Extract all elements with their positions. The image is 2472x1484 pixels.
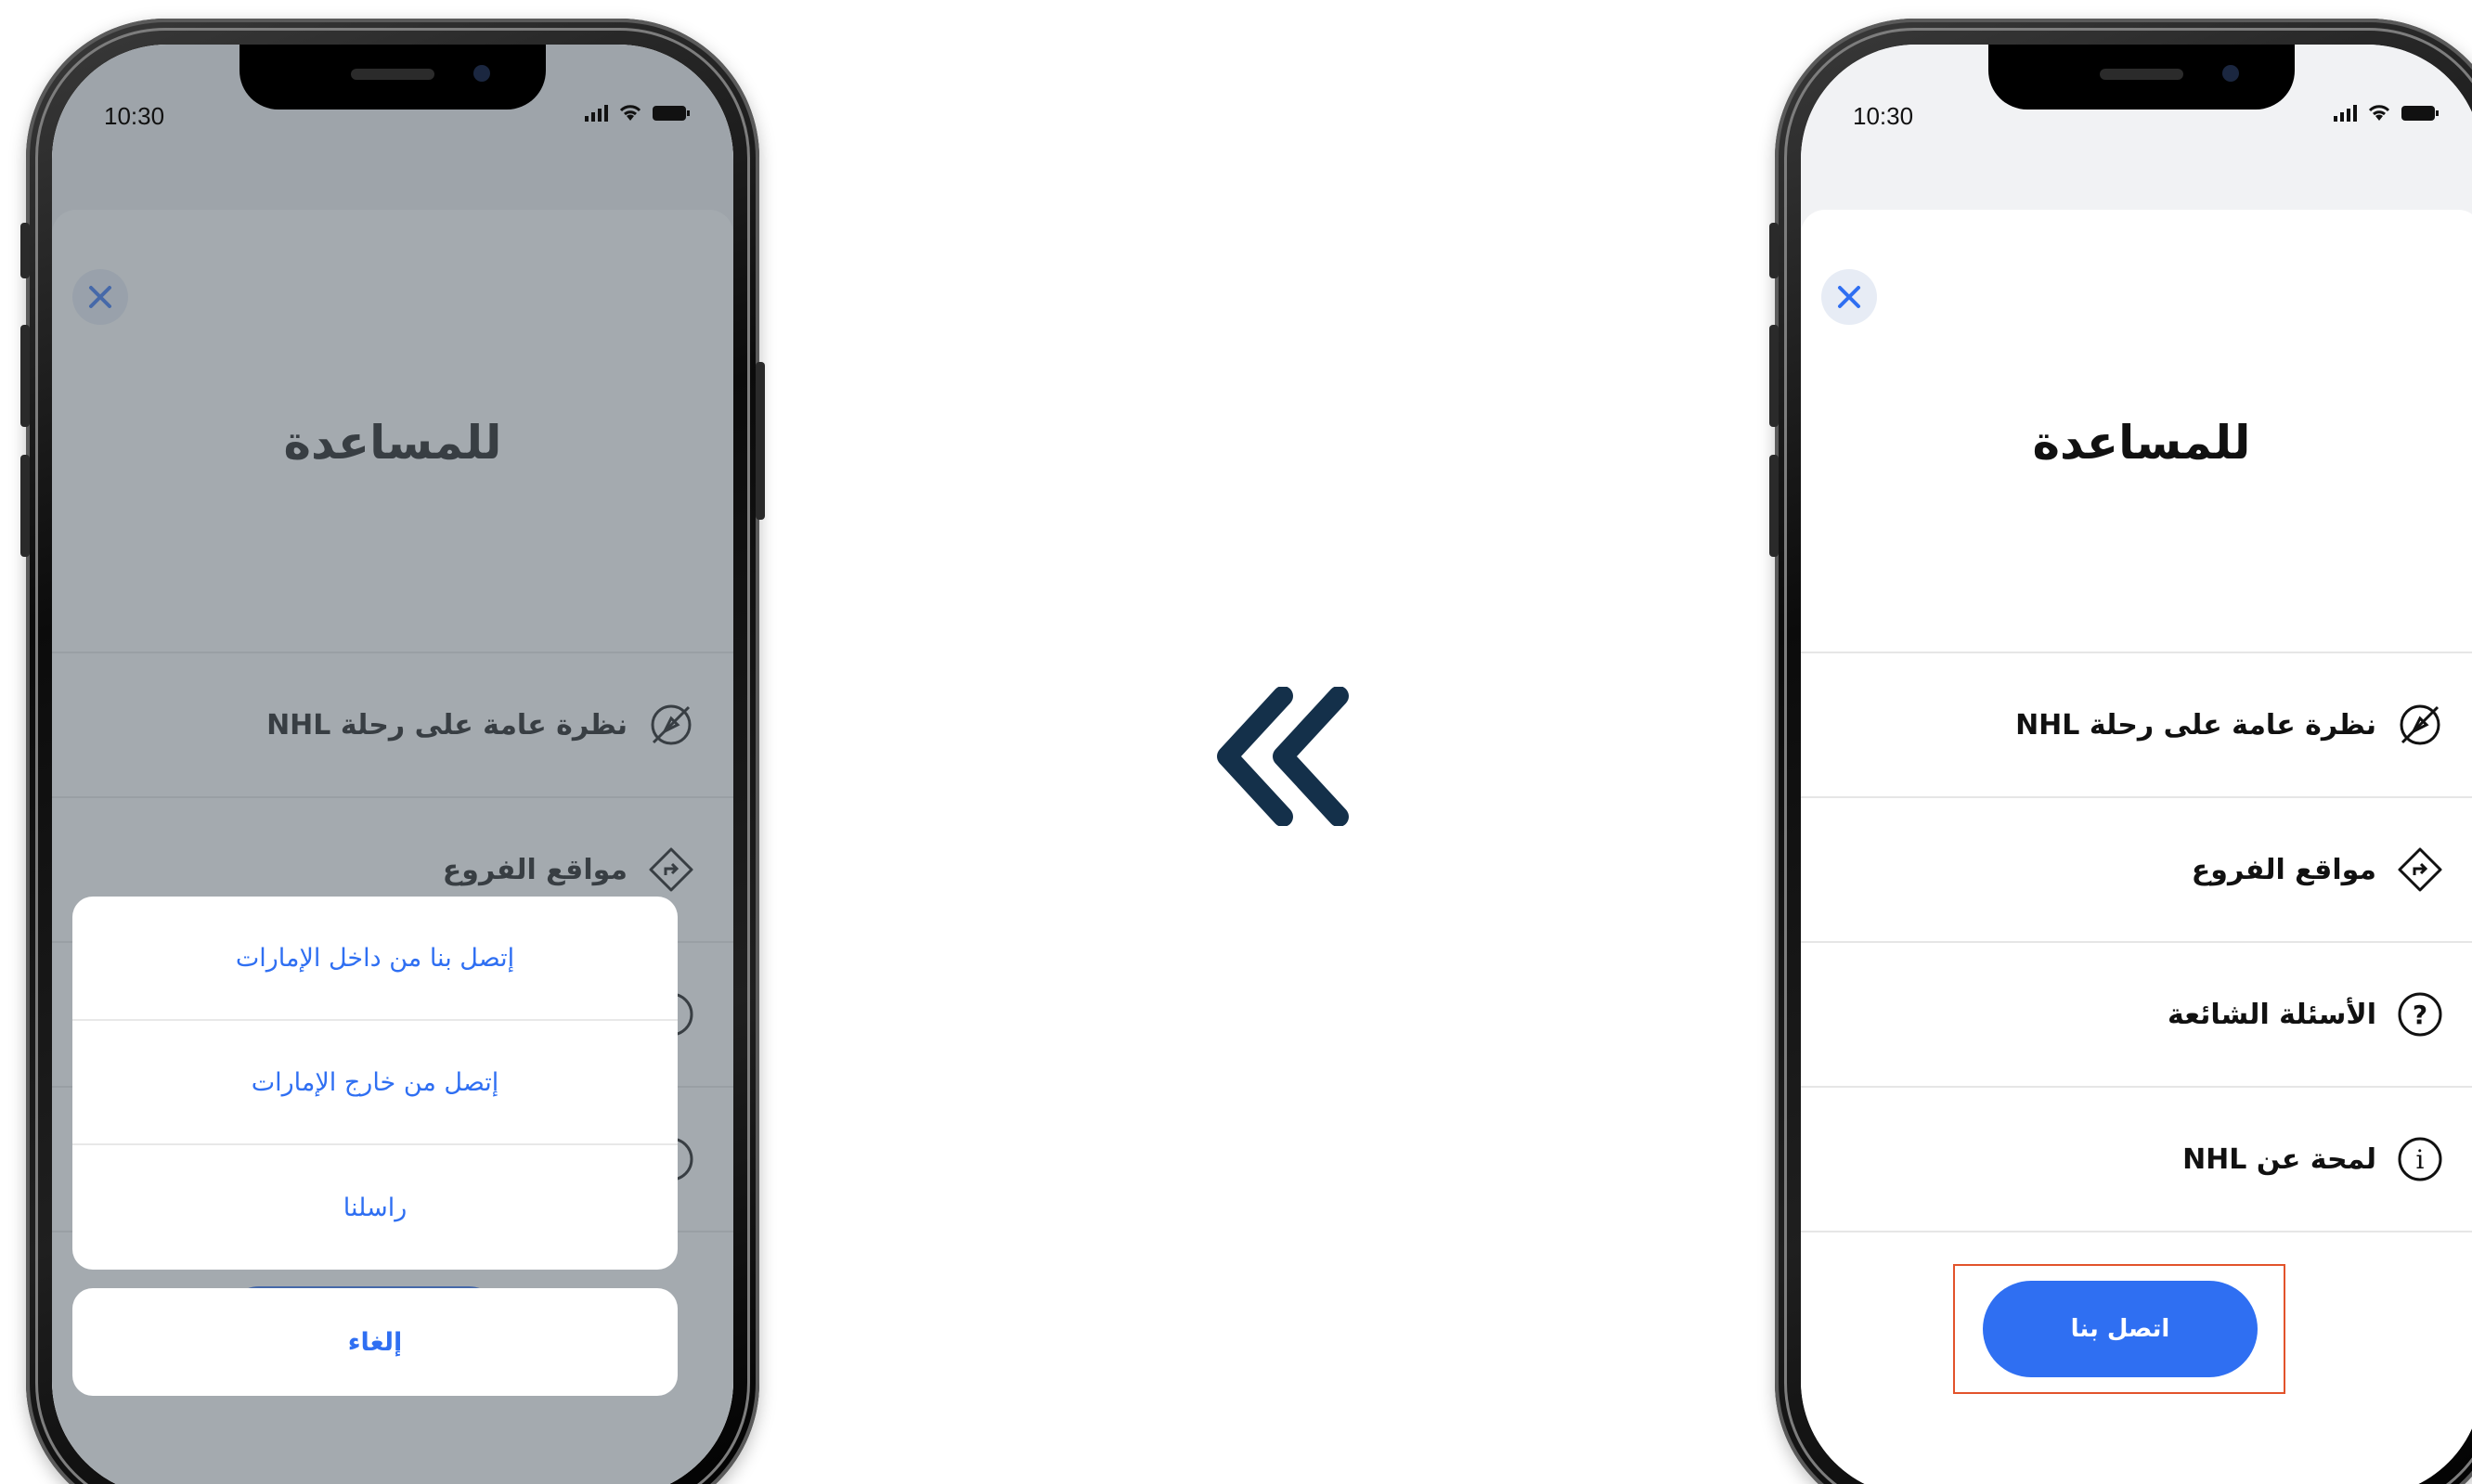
cancel-button[interactable]: إلغاء [72, 1288, 678, 1396]
help-sheet: للمساعدة نظرة عامة على رحلة NHL مواقع ال… [1801, 210, 2472, 1484]
mute-switch [20, 223, 30, 278]
close-icon [1838, 286, 1860, 308]
notch [1988, 45, 2295, 110]
menu-item-branch-locations[interactable]: مواقع الفروع [1801, 798, 2472, 943]
phone-frame-left: 10:30 للمساعدة نظرة عامة على رحلة NHL [20, 19, 765, 1484]
wifi-icon [2368, 105, 2390, 121]
menu-item-label: نظرة عامة على رحلة NHL [2015, 708, 2376, 742]
front-camera [2222, 65, 2239, 82]
menu-item-label: لمحة عن NHL [2182, 1142, 2376, 1176]
menu-item-faq[interactable]: الأسئلة الشائعة ? [1801, 943, 2472, 1088]
volume-down-button [1769, 455, 1779, 557]
question-circle-icon: ? [2395, 989, 2445, 1039]
info-circle-icon: i [2395, 1134, 2445, 1184]
volume-down-button [20, 455, 30, 557]
call-outside-uae-option[interactable]: إتصل من خارج الإمارات [72, 1021, 678, 1145]
signal-icon [585, 105, 608, 122]
menu-item-about[interactable]: لمحة عن NHL i [1801, 1088, 2472, 1232]
volume-up-button [20, 325, 30, 427]
svg-text:i: i [2416, 1144, 2425, 1175]
close-button[interactable] [1821, 269, 1877, 325]
message-us-option[interactable]: راسلنا [72, 1145, 678, 1270]
help-menu: نظرة عامة على رحلة NHL مواقع الفروع الأس… [1801, 652, 2472, 1232]
mute-switch [1769, 223, 1779, 278]
status-icons [585, 104, 691, 123]
status-icons [2334, 104, 2440, 123]
wifi-icon [619, 105, 641, 121]
menu-item-label: الأسئلة الشائعة [2168, 998, 2376, 1031]
battery-icon [653, 106, 690, 121]
compass-off-icon [2395, 700, 2445, 750]
contact-action-sheet: إتصل بنا من داخل الإمارات إتصل من خارج ا… [72, 897, 678, 1270]
page-title: للمساعدة [2032, 416, 2251, 470]
phone-screen-right: 10:30 للمساعدة نظرة عامة على رحلة NHL مو… [1801, 45, 2472, 1484]
highlight-box: اتصل بنا [1953, 1264, 2285, 1394]
menu-item-label: مواقع الفروع [2191, 853, 2376, 886]
cancel-action-sheet: إلغاء [72, 1288, 678, 1396]
front-camera [473, 65, 490, 82]
speaker [2100, 69, 2183, 80]
battery-icon [2401, 106, 2439, 121]
svg-text:?: ? [2413, 1000, 2427, 1030]
phone-frame-right: 10:30 للمساعدة نظرة عامة على رحلة NHL مو… [1769, 19, 2472, 1484]
volume-up-button [1769, 325, 1779, 427]
comparison-stage: 10:30 للمساعدة نظرة عامة على رحلة NHL [0, 0, 2472, 1484]
phone-screen-left: 10:30 للمساعدة نظرة عامة على رحلة NHL [52, 45, 733, 1484]
menu-item-journey-overview[interactable]: نظرة عامة على رحلة NHL [1801, 653, 2472, 798]
signal-icon [2334, 105, 2357, 122]
contact-us-button[interactable]: اتصل بنا [1983, 1281, 2258, 1377]
power-button [756, 362, 765, 520]
status-time: 10:30 [104, 102, 165, 130]
status-time: 10:30 [1853, 102, 1914, 130]
direction-sign-icon [2395, 845, 2445, 895]
double-chevron-left-icon [1217, 687, 1349, 826]
notch [239, 45, 546, 110]
speaker [351, 69, 434, 80]
call-inside-uae-option[interactable]: إتصل بنا من داخل الإمارات [72, 897, 678, 1021]
